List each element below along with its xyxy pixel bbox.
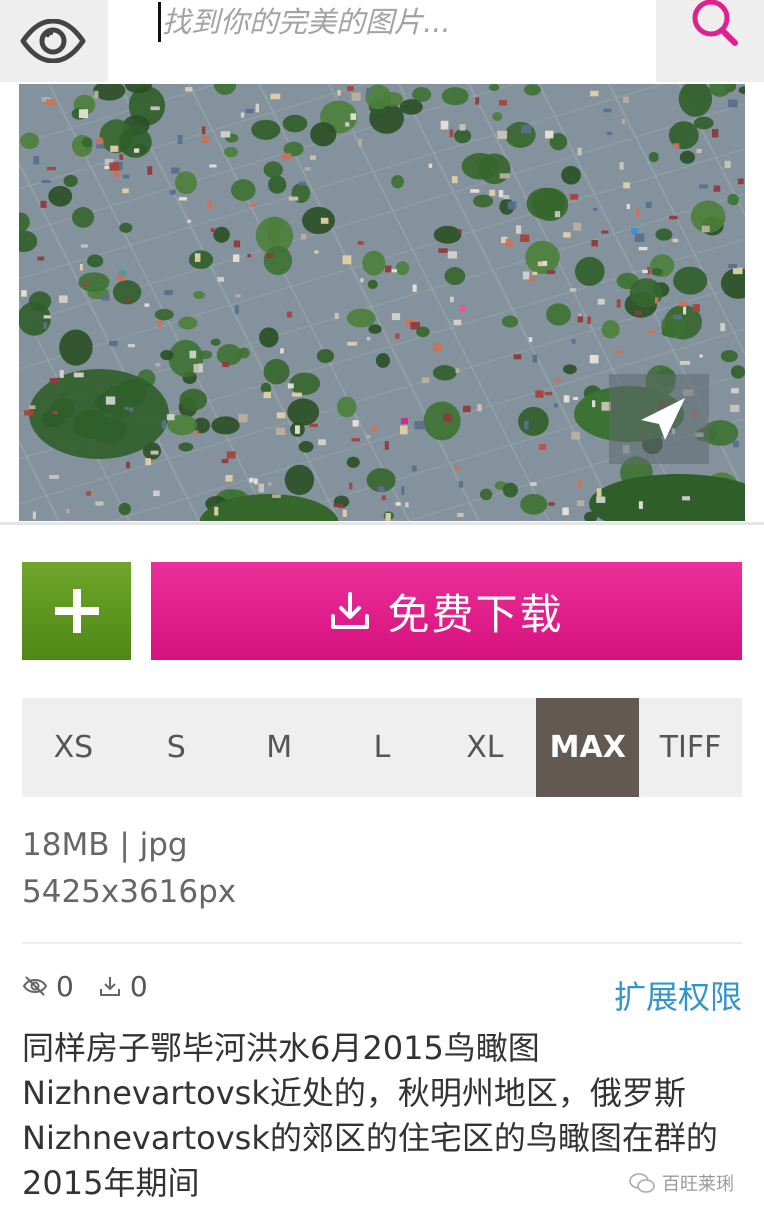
stock-photo[interactable] bbox=[19, 84, 745, 521]
size-tab-l[interactable]: L bbox=[331, 698, 434, 797]
search-button[interactable] bbox=[680, 0, 750, 56]
search-icon bbox=[692, 0, 738, 46]
arrow-pointer-icon[interactable] bbox=[609, 374, 709, 464]
file-dimensions: 5425x3616px bbox=[22, 874, 237, 910]
search-input[interactable] bbox=[162, 0, 642, 44]
file-info: 18MB | jpg bbox=[22, 827, 188, 863]
extend-license-link[interactable]: 扩展权限 bbox=[614, 972, 742, 1018]
add-button[interactable] bbox=[22, 562, 131, 660]
file-meta: 18MB | jpg 5425x3616px bbox=[22, 822, 236, 916]
size-tab-tiff[interactable]: TIFF bbox=[639, 698, 742, 797]
plus-icon bbox=[54, 589, 99, 633]
divider bbox=[0, 522, 764, 525]
views-count: 0 bbox=[56, 969, 74, 1003]
download-label: 免费下载 bbox=[387, 589, 564, 639]
size-tab-xs[interactable]: XS bbox=[22, 698, 125, 797]
downloads-count: 0 bbox=[129, 969, 148, 1003]
size-selector: XS S M L XL MAX TIFF bbox=[22, 698, 742, 797]
eye-icon bbox=[20, 19, 86, 63]
views-icon bbox=[22, 976, 48, 996]
download-icon bbox=[331, 592, 370, 629]
size-tab-m[interactable]: M bbox=[228, 698, 331, 797]
downloads-icon bbox=[99, 977, 120, 996]
size-tab-max[interactable]: MAX bbox=[536, 698, 640, 797]
stats-row: 0 0 bbox=[22, 968, 172, 1004]
downloads-stat: 0 bbox=[98, 970, 148, 1003]
text-caret bbox=[158, 2, 161, 42]
size-tab-xl[interactable]: XL bbox=[433, 698, 536, 797]
free-download-button[interactable]: 免费下载 bbox=[151, 562, 742, 660]
watermark: 百旺莱琍 bbox=[628, 1170, 734, 1196]
top-bar bbox=[0, 0, 764, 82]
views-stat: 0 bbox=[22, 970, 74, 1003]
eye-button[interactable] bbox=[0, 0, 106, 82]
watermark-text: 百旺莱琍 bbox=[662, 1174, 734, 1195]
wechat-icon bbox=[629, 1173, 655, 1193]
search-box bbox=[108, 0, 656, 82]
size-tab-s[interactable]: S bbox=[125, 698, 228, 797]
divider bbox=[22, 942, 742, 944]
